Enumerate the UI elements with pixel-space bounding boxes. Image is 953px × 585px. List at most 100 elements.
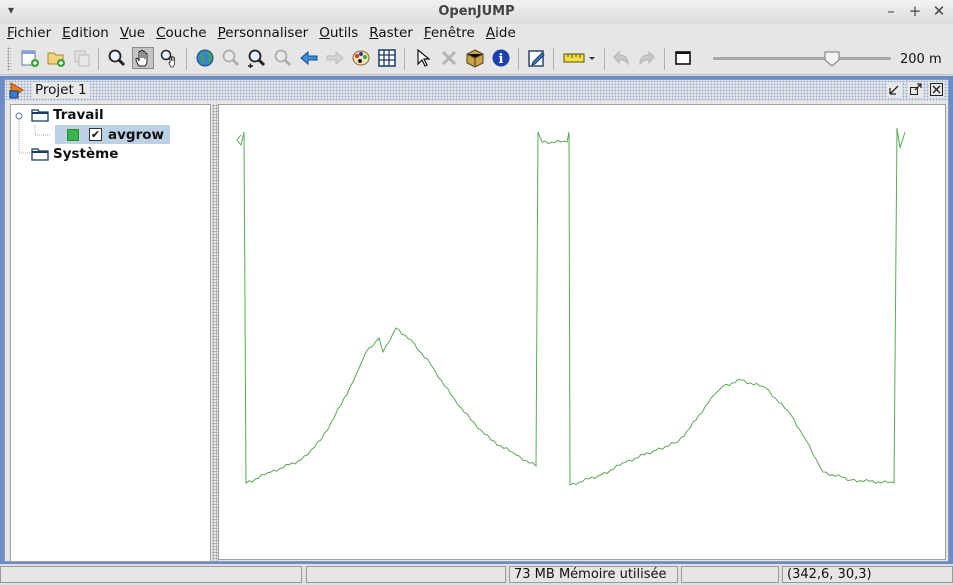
layer-avgrow[interactable]: ✔ avgrow	[55, 125, 170, 144]
new-category-button[interactable]	[19, 47, 41, 69]
cursor-coordinates: (342,6, 30,3)	[782, 566, 953, 583]
previous-view-icon	[300, 50, 318, 66]
menu-fichier[interactable]: Fichier	[0, 24, 55, 44]
menu-couche[interactable]: Couche	[149, 24, 211, 44]
zoom-out-button[interactable]	[272, 47, 294, 69]
menu-bar: Fichier Edition Vue Couche Personnaliser…	[0, 24, 953, 44]
zoom-tool-button[interactable]	[106, 47, 128, 69]
minimize-button[interactable]: –	[883, 2, 899, 20]
maximize-button[interactable]: +	[907, 2, 923, 20]
project-frame-title: Projet 1	[32, 82, 90, 98]
measure-icon	[563, 53, 595, 63]
undo-button[interactable]	[610, 47, 632, 69]
box-button[interactable]	[464, 47, 486, 69]
menu-personnaliser[interactable]: Personnaliser	[211, 24, 313, 44]
undo-icon	[613, 50, 629, 66]
pan-icon	[135, 49, 148, 67]
toolbar-separator	[98, 48, 99, 70]
frame-minimize-button[interactable]	[887, 82, 902, 97]
map-canvas	[236, 127, 906, 486]
toolbar-separator	[404, 48, 405, 70]
info-tool-button[interactable]: i	[490, 47, 512, 69]
layer-style-icon	[352, 50, 370, 66]
menu-edition[interactable]: Edition	[55, 24, 113, 44]
window-title: OpenJUMP	[438, 4, 515, 19]
pan-tool-button[interactable]	[132, 47, 154, 69]
project-frame: Projet 1 Travail ✔ avgrow Système	[4, 79, 949, 562]
zoom-to-selected-button[interactable]	[220, 47, 242, 69]
category-travail-label: Travail	[53, 107, 104, 123]
folder-icon	[31, 148, 49, 161]
toolbar-grip[interactable]	[7, 47, 11, 71]
next-view-button[interactable]	[324, 47, 346, 69]
copy-layer-icon	[74, 50, 90, 67]
menu-raster[interactable]: Raster	[362, 24, 417, 44]
menu-vue[interactable]: Vue	[113, 24, 149, 44]
layer-style-button[interactable]	[350, 47, 372, 69]
category-systeme-label: Système	[53, 146, 119, 162]
menu-aide[interactable]: Aide	[479, 24, 520, 44]
select-tool-button[interactable]	[412, 47, 434, 69]
menu-outils[interactable]: Outils	[312, 24, 362, 44]
memory-usage: 73 MB Mémoire utilisée	[509, 566, 678, 583]
redo-button[interactable]	[636, 47, 658, 69]
avgrow-geometry	[236, 127, 906, 486]
toolbar-separator	[553, 48, 554, 70]
zoom-in-button[interactable]	[246, 47, 268, 69]
new-category-icon	[21, 50, 39, 67]
project-frame-titlebar[interactable]: Projet 1	[5, 80, 948, 101]
select-icon	[417, 48, 431, 67]
category-systeme[interactable]: Système	[31, 146, 118, 162]
frame-close-button[interactable]	[929, 82, 944, 97]
globe-icon	[196, 49, 214, 67]
status-bar: 73 MB Mémoire utilisée (342,6, 30,3)	[0, 564, 953, 585]
zoom-out-icon	[274, 49, 292, 67]
toolbar-separator	[518, 48, 519, 70]
toolbar-separator	[664, 48, 665, 70]
copy-layer-button[interactable]	[71, 47, 93, 69]
layer-visibility-checkbox[interactable]: ✔	[89, 128, 102, 141]
map-view[interactable]	[218, 104, 946, 560]
zoom-slider-track[interactable]	[713, 57, 891, 60]
zoom-pan-tool-button[interactable]	[158, 47, 180, 69]
measure-tool-button[interactable]	[561, 47, 597, 69]
next-view-icon	[326, 50, 344, 66]
edit-toolbox-button[interactable]	[526, 47, 548, 69]
scale-label: 200 m	[900, 52, 942, 67]
toolbar-separator	[186, 48, 187, 70]
status-extra	[306, 566, 506, 583]
status-message	[0, 566, 302, 583]
status-field	[681, 566, 779, 583]
zoom-in-icon	[248, 49, 266, 68]
toolbar-separator	[604, 48, 605, 70]
open-project-icon	[47, 52, 65, 67]
zoom-pan-icon	[160, 49, 175, 68]
zoom-slider-knob[interactable]	[824, 51, 840, 71]
delete-icon	[441, 50, 457, 66]
category-travail[interactable]: Travail	[31, 107, 104, 123]
project-icon	[9, 82, 27, 103]
window-titlebar: ▾ OpenJUMP – + ✕	[0, 0, 953, 25]
menu-fenetre[interactable]: Fenêtre	[417, 24, 479, 44]
zoom-icon	[108, 49, 126, 67]
previous-view-button[interactable]	[298, 47, 320, 69]
redo-icon	[639, 50, 655, 66]
close-button[interactable]: ✕	[931, 2, 947, 20]
frame-maximize-button[interactable]	[908, 82, 923, 97]
grid-icon	[378, 49, 396, 67]
delete-button[interactable]	[438, 47, 460, 69]
layer-color-swatch	[67, 128, 79, 141]
box-icon	[466, 49, 484, 68]
info-icon: i	[492, 49, 510, 67]
folder-icon	[31, 109, 49, 122]
new-window-button[interactable]	[672, 47, 694, 69]
open-project-button[interactable]	[45, 47, 67, 69]
zoom-full-extent-button[interactable]	[194, 47, 216, 69]
edit-icon	[528, 50, 545, 67]
layer-tree-panel: Travail ✔ avgrow Système	[10, 104, 211, 562]
attribute-table-button[interactable]	[376, 47, 398, 69]
layer-avgrow-label: avgrow	[108, 126, 164, 143]
window-icon	[675, 51, 691, 65]
svg-text:i: i	[499, 52, 504, 67]
zoom-selected-icon	[222, 49, 240, 67]
